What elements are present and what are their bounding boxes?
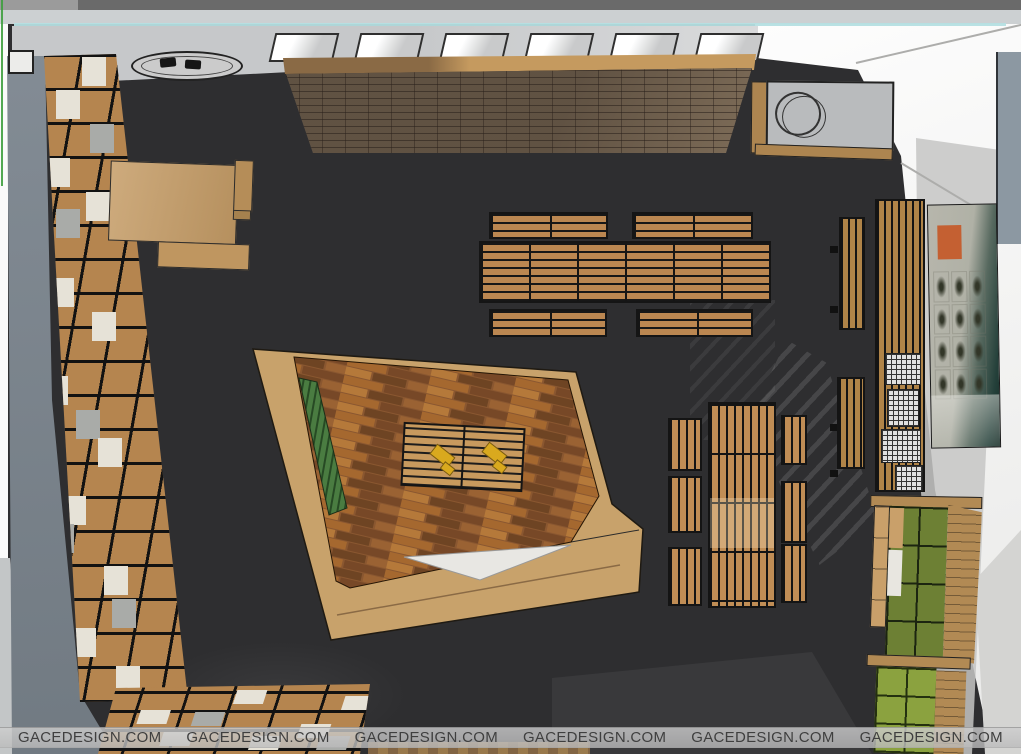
- table-light-patch: [710, 498, 774, 548]
- artwork-motif: [934, 336, 951, 367]
- reading-table: [636, 309, 753, 337]
- reading-table-long: [479, 241, 771, 303]
- study-bench: [781, 415, 807, 465]
- shelf-cell: [233, 690, 268, 704]
- screen-bracket: [830, 246, 838, 253]
- study-bench: [668, 418, 702, 471]
- study-bench: [668, 547, 702, 606]
- screen-bracket: [830, 470, 838, 477]
- watermark-text: GACEDESIGN.COM: [523, 729, 666, 746]
- artwork-motif: [951, 271, 968, 302]
- screen-bracket: [830, 306, 838, 313]
- artwork-motif: [952, 303, 969, 334]
- locker-wood-side: [943, 505, 982, 664]
- artwork-motif: [969, 271, 986, 302]
- watermark-text: GACEDESIGN.COM: [18, 729, 161, 746]
- artwork-motif: [970, 303, 987, 334]
- mesh-basket: [885, 353, 921, 385]
- shelf-cell: [136, 710, 171, 724]
- reading-table: [632, 212, 753, 239]
- artwork-motif: [952, 336, 969, 367]
- artwork-orange-seal: [937, 225, 962, 259]
- reading-table: [489, 212, 608, 239]
- artwork-motif-grid: [933, 271, 987, 400]
- mesh-basket: [881, 429, 921, 463]
- reading-table: [489, 309, 607, 337]
- mesh-basket: [887, 389, 919, 427]
- artwork-mist: [931, 394, 1001, 448]
- locker-cell-white: [887, 550, 903, 596]
- locker-grid-upper: [885, 506, 948, 658]
- slat-screen: [839, 217, 865, 330]
- interior-render-scene: GACEDESIGN.COM GACEDESIGN.COM GACEDESIGN…: [0, 0, 1021, 754]
- study-bench: [781, 544, 807, 603]
- mesh-basket: [895, 465, 923, 491]
- watermark-text: GACEDESIGN.COM: [355, 729, 498, 746]
- artwork-motif: [934, 304, 951, 335]
- locker-unit: [861, 492, 986, 754]
- artwork-motif: [970, 336, 987, 367]
- study-bench: [781, 481, 807, 543]
- artwork-motif: [933, 271, 950, 302]
- slat-screen: [837, 377, 865, 469]
- locker-cell-tan: [889, 508, 904, 548]
- watermark-text: GACEDESIGN.COM: [860, 729, 1003, 746]
- watermark-bar: GACEDESIGN.COM GACEDESIGN.COM GACEDESIGN…: [0, 727, 1021, 748]
- study-bench: [668, 476, 702, 533]
- watermark-text: GACEDESIGN.COM: [186, 729, 329, 746]
- shelf-cell: [191, 712, 226, 726]
- artwork-poster: [927, 203, 1001, 448]
- watermark-text: GACEDESIGN.COM: [691, 729, 834, 746]
- slat-screen-tall: [875, 199, 925, 492]
